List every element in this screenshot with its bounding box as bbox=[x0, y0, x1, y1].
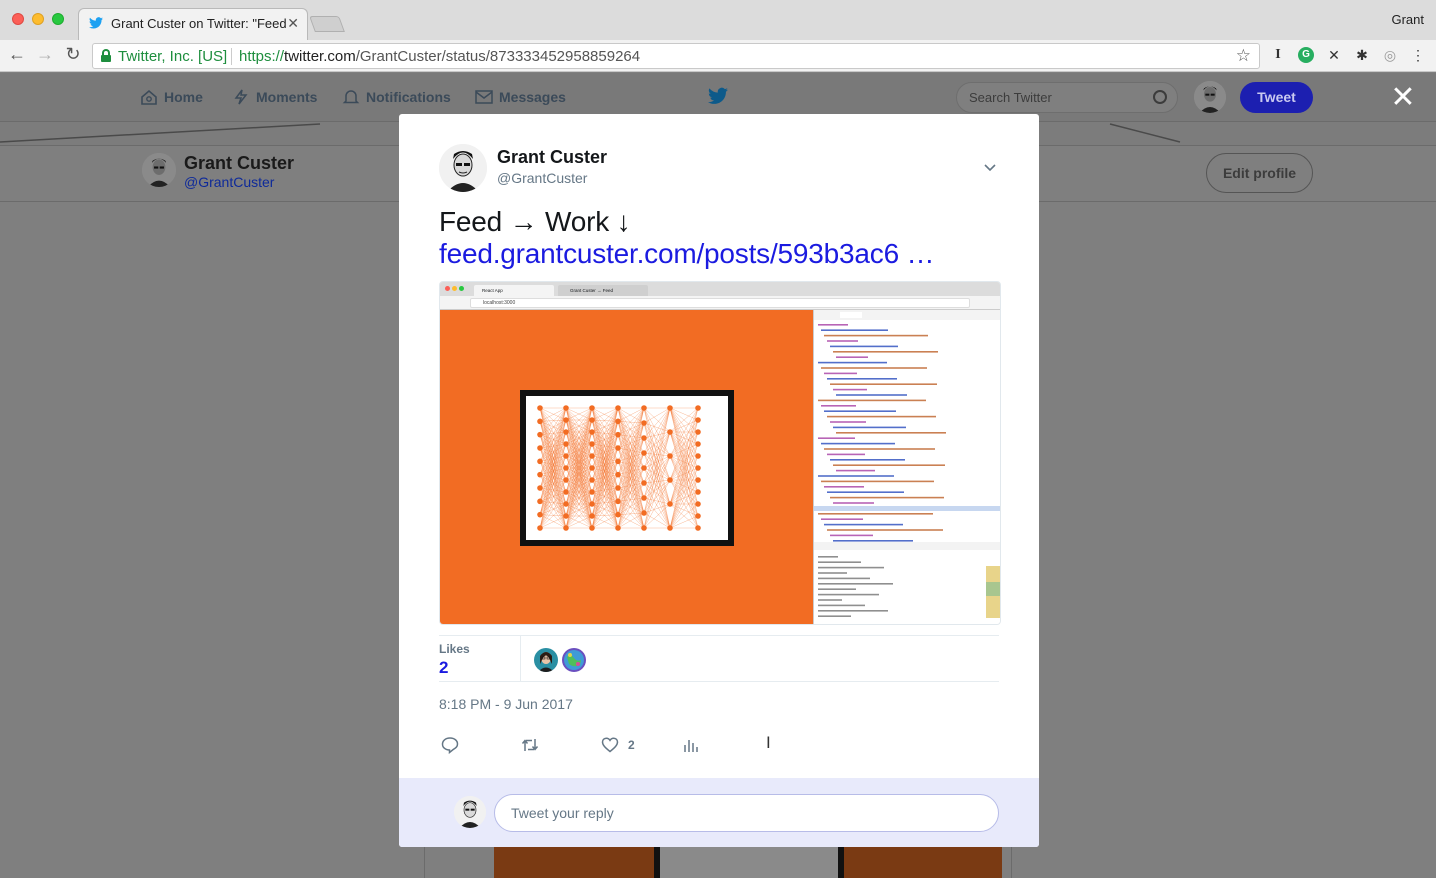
url-text[interactable]: https://twitter.com/GrantCuster/status/8… bbox=[239, 48, 640, 65]
tweet-modal: Grant Custer @GrantCuster Feed → Work ↓ … bbox=[399, 114, 1039, 847]
nav-home[interactable]: Home bbox=[140, 89, 203, 105]
reply-bar bbox=[399, 778, 1039, 847]
extension-bug-icon[interactable]: ✱ bbox=[1354, 47, 1370, 63]
close-modal-icon[interactable]: ✕ bbox=[1390, 83, 1416, 113]
lock-icon bbox=[101, 49, 111, 62]
tweet-text: Feed → Work ↓ bbox=[439, 206, 631, 237]
bell-icon bbox=[342, 90, 360, 104]
twitter-logo-icon[interactable] bbox=[708, 87, 728, 105]
twitter-bird-icon bbox=[89, 16, 105, 32]
reply-input[interactable] bbox=[494, 794, 999, 832]
likes-count[interactable]: 2 bbox=[439, 658, 448, 678]
extension-pin-icon[interactable]: ✕ bbox=[1326, 47, 1342, 63]
browser-menu-icon[interactable]: ⋮ bbox=[1410, 47, 1426, 63]
reply-icon[interactable] bbox=[441, 736, 459, 754]
liker-avatar[interactable] bbox=[534, 648, 558, 672]
minimize-window-button[interactable] bbox=[32, 13, 44, 25]
timeline-media-preview bbox=[494, 846, 1002, 878]
security-org-label: Twitter, Inc. [US] bbox=[118, 48, 228, 65]
author-name[interactable]: Grant Custer bbox=[497, 147, 607, 168]
address-bar[interactable]: Twitter, Inc. [US] https://twitter.com/G… bbox=[92, 43, 1260, 69]
extension-grammarly-icon[interactable]: G bbox=[1298, 47, 1314, 63]
back-arrow-icon[interactable]: ← bbox=[6, 44, 28, 65]
reload-icon[interactable]: ↻ bbox=[62, 44, 84, 65]
edit-profile-button[interactable]: Edit profile bbox=[1206, 153, 1313, 193]
extension-i-icon[interactable]: I bbox=[1270, 47, 1286, 63]
browser-toolbar: ← → ↻ Twitter, Inc. [US] https://twitter… bbox=[0, 40, 1436, 72]
close-window-button[interactable] bbox=[12, 13, 24, 25]
reply-avatar bbox=[454, 796, 486, 828]
author-handle[interactable]: @GrantCuster bbox=[497, 170, 587, 186]
envelope-icon bbox=[475, 90, 493, 104]
profile-name[interactable]: Grant Custer bbox=[184, 153, 294, 174]
tab-close-icon[interactable]: ✕ bbox=[287, 15, 299, 32]
compose-tweet-button[interactable]: Tweet bbox=[1240, 82, 1313, 113]
chevron-down-icon[interactable] bbox=[983, 161, 997, 175]
tweet-stats: Likes 2 bbox=[439, 635, 999, 682]
like-heart-icon[interactable] bbox=[601, 736, 619, 754]
search-icon[interactable] bbox=[1153, 90, 1167, 104]
browser-tab[interactable]: Grant Custer on Twitter: "Feed ✕ bbox=[78, 8, 308, 40]
text-cursor-icon: I bbox=[766, 733, 771, 752]
search-placeholder: Search Twitter bbox=[969, 90, 1052, 105]
media-browser-tabbar: React App Grant Custer → Feed bbox=[440, 282, 1000, 296]
like-action-count: 2 bbox=[628, 738, 635, 752]
media-browser-toolbar: localhost:3000 bbox=[440, 296, 1000, 310]
author-avatar[interactable] bbox=[439, 144, 487, 192]
nav-moments[interactable]: Moments bbox=[232, 89, 317, 105]
nav-messages[interactable]: Messages bbox=[475, 89, 566, 105]
profile-handle[interactable]: @GrantCuster bbox=[184, 174, 274, 190]
new-tab-button[interactable] bbox=[309, 16, 345, 32]
extension-circle-icon[interactable]: ◎ bbox=[1382, 47, 1398, 63]
stats-divider bbox=[520, 636, 521, 682]
nav-avatar[interactable] bbox=[1194, 81, 1226, 113]
home-icon bbox=[141, 89, 157, 105]
twitter-search-input[interactable]: Search Twitter bbox=[956, 82, 1178, 113]
lightning-icon bbox=[234, 89, 248, 105]
profile-avatar[interactable] bbox=[142, 153, 176, 187]
media-orange-canvas bbox=[440, 310, 813, 624]
nav-notifications[interactable]: Notifications bbox=[342, 89, 451, 105]
url-separator bbox=[231, 48, 232, 65]
likes-label[interactable]: Likes bbox=[439, 642, 470, 656]
tweet-link[interactable]: feed.grantcuster.com/posts/593b3ac6 … bbox=[439, 238, 935, 270]
analytics-icon[interactable] bbox=[681, 736, 699, 754]
forward-arrow-icon[interactable]: → bbox=[34, 44, 56, 65]
media-devtools-panel bbox=[813, 310, 1000, 624]
liker-avatar[interactable] bbox=[562, 648, 586, 672]
browser-titlebar: Grant Custer on Twitter: "Feed ✕ Grant bbox=[0, 0, 1436, 40]
maximize-window-button[interactable] bbox=[52, 13, 64, 25]
tweet-timestamp[interactable]: 8:18 PM - 9 Jun 2017 bbox=[439, 696, 573, 712]
bookmark-star-icon[interactable]: ☆ bbox=[1236, 46, 1251, 66]
tweet-media-image[interactable]: React App Grant Custer → Feed localhost:… bbox=[439, 281, 1001, 625]
retweet-icon[interactable] bbox=[521, 736, 539, 754]
browser-profile-name[interactable]: Grant bbox=[1391, 12, 1424, 27]
tab-title: Grant Custer on Twitter: "Feed bbox=[111, 16, 286, 31]
